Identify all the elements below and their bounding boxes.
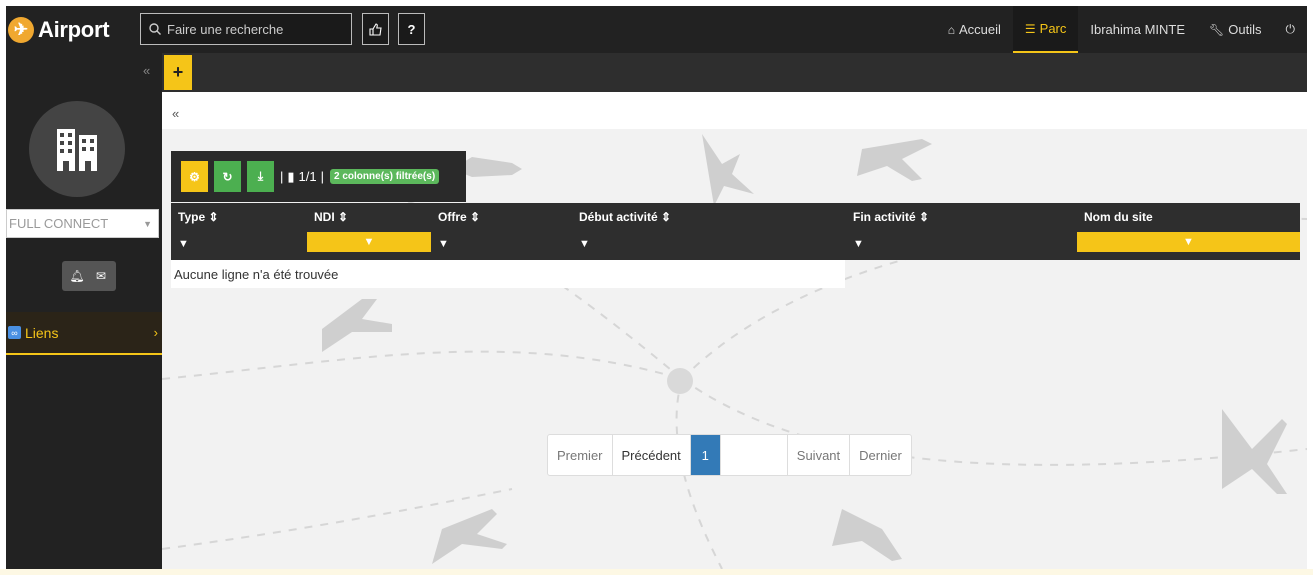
empty-message: Aucune ligne n'a été trouvée [171,260,845,288]
wrench-icon: 🔧︎ [1209,22,1225,37]
organization-avatar [29,101,125,197]
content-header: « [162,92,1307,129]
page-prev-button[interactable]: Précédent [613,435,691,475]
chevron-right-icon: › [153,325,158,340]
nav-accueil-label: Accueil [958,22,1001,37]
pagination: Premier Précédent 1 Suivant Dernier [547,434,912,476]
filter-icon: ▼ [363,236,375,248]
columns-settings-button[interactable]: ⚙ [181,161,208,192]
sort-icon: ⇕ [661,209,672,224]
airplane-logo-icon: ✈ [8,16,34,43]
add-tab-button[interactable]: + [164,55,192,90]
nav-outils-label: Outils [1228,22,1262,37]
filter-ndi[interactable]: ▼ [307,232,431,252]
data-table: Type ⇕ NDI ⇕ Offre ⇕ Début activité ⇕ Fi… [171,203,1300,260]
page-current-button[interactable]: 1 [690,435,721,475]
bell-icon: 🔔︎ [69,269,85,283]
download-icon: ⤓ [257,169,264,183]
home-icon: ⌂ [947,22,955,37]
column-header-offre[interactable]: Offre ⇕ [431,203,572,230]
page-next-button[interactable]: Suivant [788,435,851,475]
column-header-fin-activite[interactable]: Fin activité ⇕ [846,203,1077,230]
tab-strip: + [162,53,1307,92]
sort-icon: ⇕ [208,209,219,224]
filter-icon: ▼ [853,237,864,250]
file-icon: ▮ [287,168,295,184]
filter-offre[interactable]: ▼ [431,230,572,257]
refresh-button[interactable]: ↻ [214,161,241,192]
building-icon [57,129,97,171]
site-select-value: FULL CONNECT [9,216,109,231]
filter-icon: ▼ [579,237,590,250]
filter-icon: ▼ [178,237,189,250]
table-header: Type ⇕ NDI ⇕ Offre ⇕ Début activité ⇕ Fi… [171,203,1300,230]
messages-button[interactable]: ✉ [86,261,116,291]
help-button[interactable]: ? [398,13,425,45]
page-info: | ▮ 1/1 | 2 colonne(s) filtrée(s) [280,168,440,185]
search-input[interactable] [167,21,337,37]
main-content: « ⚙ ↻ ⤓ | ▮ 1/1 | 2 colonne(s) filtrée(s… [162,92,1307,569]
column-label: NDI [314,209,335,224]
page-first-button[interactable]: Premier [548,435,613,475]
column-label: Type [178,209,206,224]
sidebar: « FULL CONNECT ▼ 🔔︎ ✉ ∞ Liens › [6,53,162,569]
column-label: Nom du site [1084,209,1153,224]
cogs-icon: ⚙ [189,169,200,184]
app-name: Airport [38,16,110,42]
nav-parc[interactable]: ☰ Parc [1012,6,1079,53]
column-label: Offre [438,209,467,224]
footer-strip [0,569,1313,575]
column-header-ndi[interactable]: NDI ⇕ [307,203,431,230]
page-last-button[interactable]: Dernier [850,435,911,475]
power-button[interactable]: ⏻ [1274,6,1308,53]
separator: | [280,169,284,184]
search-box[interactable] [140,13,352,45]
link-icon: ∞ [8,326,21,339]
separator: | [320,169,325,184]
filter-debut-activite[interactable]: ▼ [572,230,846,257]
column-header-nom-du-site[interactable]: Nom du site [1077,203,1300,230]
column-header-type[interactable]: Type ⇕ [171,203,307,230]
sort-icon: ⇕ [338,209,349,224]
column-label: Début activité [579,209,658,224]
refresh-icon: ↻ [222,169,233,184]
nav-outils[interactable]: 🔧︎ Outils [1197,6,1273,53]
caret-down-icon: ▼ [143,218,152,229]
thumbs-up-icon [369,22,382,36]
nav-accueil[interactable]: ⌂ Accueil [936,6,1013,53]
list-icon: ☰ [1024,21,1036,36]
envelope-icon: ✉ [95,269,107,283]
back-button[interactable]: « [172,106,179,121]
sidebar-item-label: Liens [25,324,59,341]
table-toolbar: ⚙ ↻ ⤓ | ▮ 1/1 | 2 colonne(s) filtrée(s) [171,151,466,202]
filter-icon: ▼ [1183,236,1194,248]
user-name: Ibrahima MINTE [1090,22,1186,37]
sort-icon: ⇕ [919,209,930,224]
sidebar-collapse-button[interactable]: « [143,63,150,78]
table-filter-row: ▼ ▼ ▼ ▼ ▼ ▼ [171,230,1300,260]
column-header-debut-activite[interactable]: Début activité ⇕ [572,203,846,230]
nav-user[interactable]: Ibrahima MINTE [1078,6,1197,53]
page-count: 1/1 [298,169,317,184]
page-blank [720,435,788,475]
sort-icon: ⇕ [470,209,481,224]
top-navbar: ✈ Airport ? ⌂ Accueil ☰ Parc Ibrahima MI… [6,6,1307,53]
filter-nom-du-site[interactable]: ▼ [1077,232,1300,252]
sidebar-item-liens[interactable]: ∞ Liens › [6,312,162,355]
power-icon: ⏻ [1285,22,1296,36]
search-icon [149,23,161,35]
nav-parc-label: Parc [1039,21,1067,36]
filter-icon: ▼ [438,237,449,250]
thumbs-up-button[interactable] [362,13,389,45]
filter-badge[interactable]: 2 colonne(s) filtrée(s) [330,169,440,184]
column-label: Fin activité [853,209,916,224]
brand[interactable]: ✈ Airport [6,6,138,53]
filter-type[interactable]: ▼ [171,230,307,257]
site-select[interactable]: FULL CONNECT ▼ [6,209,159,238]
download-button[interactable]: ⤓ [247,161,274,192]
filter-fin-activite[interactable]: ▼ [846,230,1077,257]
